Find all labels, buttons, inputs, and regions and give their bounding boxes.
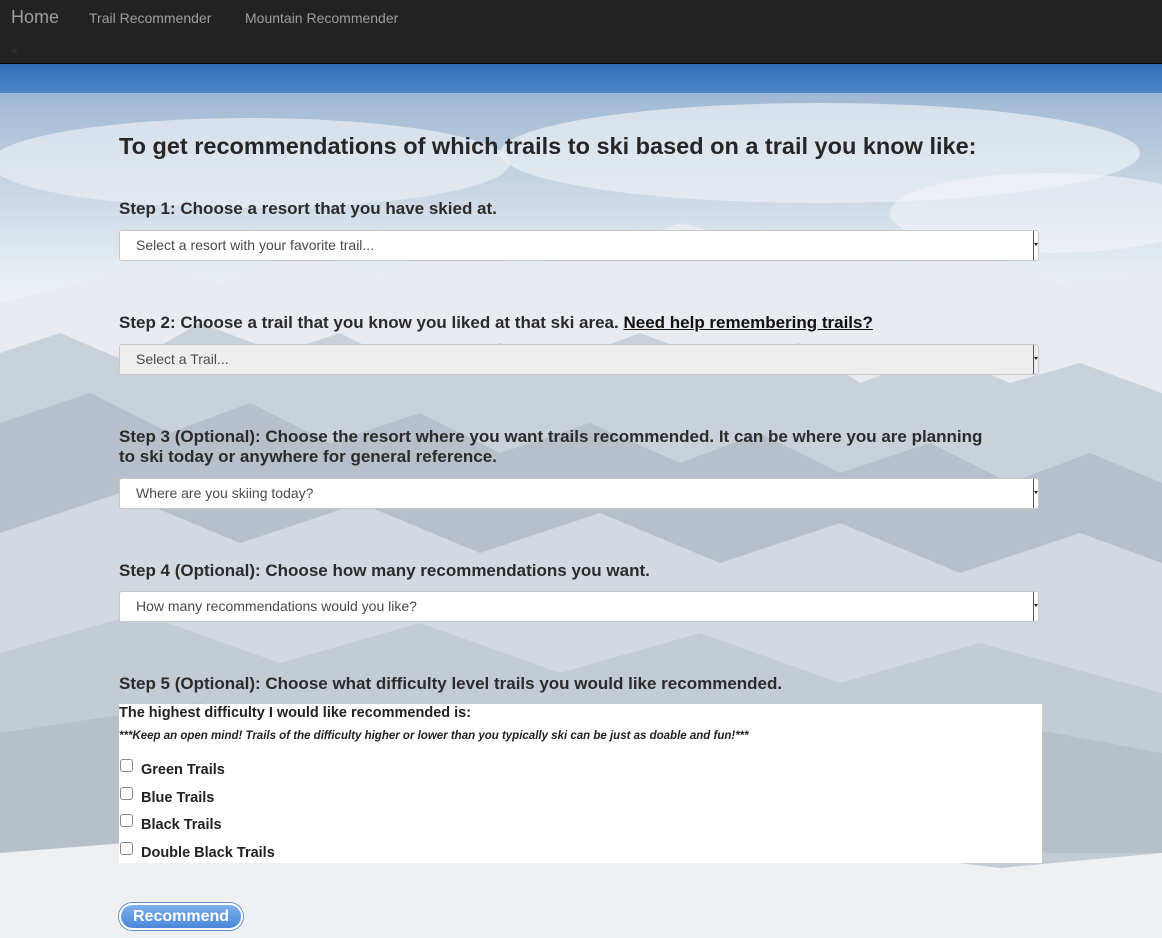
step2-label: Step 2: Choose a trail that you know you… bbox=[119, 313, 873, 333]
black-trails-checkbox[interactable] bbox=[120, 814, 133, 827]
nav-trail-recommender-link[interactable]: Trail Recommender bbox=[89, 10, 211, 26]
dropdown-arrow-icon bbox=[1033, 231, 1038, 260]
step3-label: Step 3 (Optional): Choose the resort whe… bbox=[119, 427, 982, 467]
dropdown-arrow-icon bbox=[1033, 592, 1038, 621]
destination-resort-select[interactable]: Where are you skiing today? bbox=[119, 478, 1039, 509]
dropdown-arrow-icon bbox=[1033, 479, 1038, 508]
trail-select[interactable]: Select a Trail... bbox=[119, 344, 1039, 375]
double-black-trails-checkbox[interactable] bbox=[120, 842, 133, 855]
top-navbar: Home Trail Recommender Mountain Recommen… bbox=[0, 0, 1162, 64]
blue-trails-label: Blue Trails bbox=[141, 790, 215, 806]
step4-label: Step 4 (Optional): Choose how many recom… bbox=[119, 561, 650, 580]
trail-help-link[interactable]: Need help remembering trails? bbox=[623, 313, 872, 332]
blue-trails-checkbox[interactable] bbox=[120, 787, 133, 800]
dropdown-arrow-icon bbox=[1033, 345, 1038, 374]
difficulty-panel: The highest difficulty I would like reco… bbox=[119, 704, 1042, 863]
step3-text-line2: to ski today or anywhere for general ref… bbox=[119, 447, 497, 466]
collapse-caret-icon[interactable]: < bbox=[12, 46, 18, 58]
green-trails-label: Green Trails bbox=[141, 762, 225, 778]
difficulty-panel-title: The highest difficulty I would like reco… bbox=[119, 705, 472, 721]
resort-select[interactable]: Select a resort with your favorite trail… bbox=[119, 230, 1039, 261]
destination-resort-select-value: Where are you skiing today? bbox=[136, 485, 314, 501]
step3-text-line1: Step 3 (Optional): Choose the resort whe… bbox=[119, 427, 983, 446]
recommend-button[interactable]: Recommend bbox=[119, 903, 243, 930]
black-trails-label: Black Trails bbox=[141, 817, 222, 833]
trail-select-value: Select a Trail... bbox=[136, 351, 229, 367]
page-heading: To get recommendations of which trails t… bbox=[119, 133, 977, 159]
recommendation-count-select[interactable]: How many recommendations would you like? bbox=[119, 591, 1039, 622]
difficulty-panel-note: ***Keep an open mind! Trails of the diff… bbox=[119, 730, 749, 742]
nav-home-link[interactable]: Home bbox=[11, 7, 59, 28]
step5-label: Step 5 (Optional): Choose what difficult… bbox=[119, 674, 783, 693]
nav-mountain-recommender-link[interactable]: Mountain Recommender bbox=[245, 10, 398, 26]
step1-label: Step 1: Choose a resort that you have sk… bbox=[119, 199, 497, 218]
green-trails-checkbox[interactable] bbox=[120, 759, 133, 772]
double-black-trails-label: Double Black Trails bbox=[141, 845, 275, 861]
resort-select-value: Select a resort with your favorite trail… bbox=[136, 237, 375, 253]
header-banner bbox=[0, 64, 1162, 93]
step2-text: Step 2: Choose a trail that you know you… bbox=[119, 313, 619, 332]
recommendation-count-select-value: How many recommendations would you like? bbox=[136, 598, 417, 614]
